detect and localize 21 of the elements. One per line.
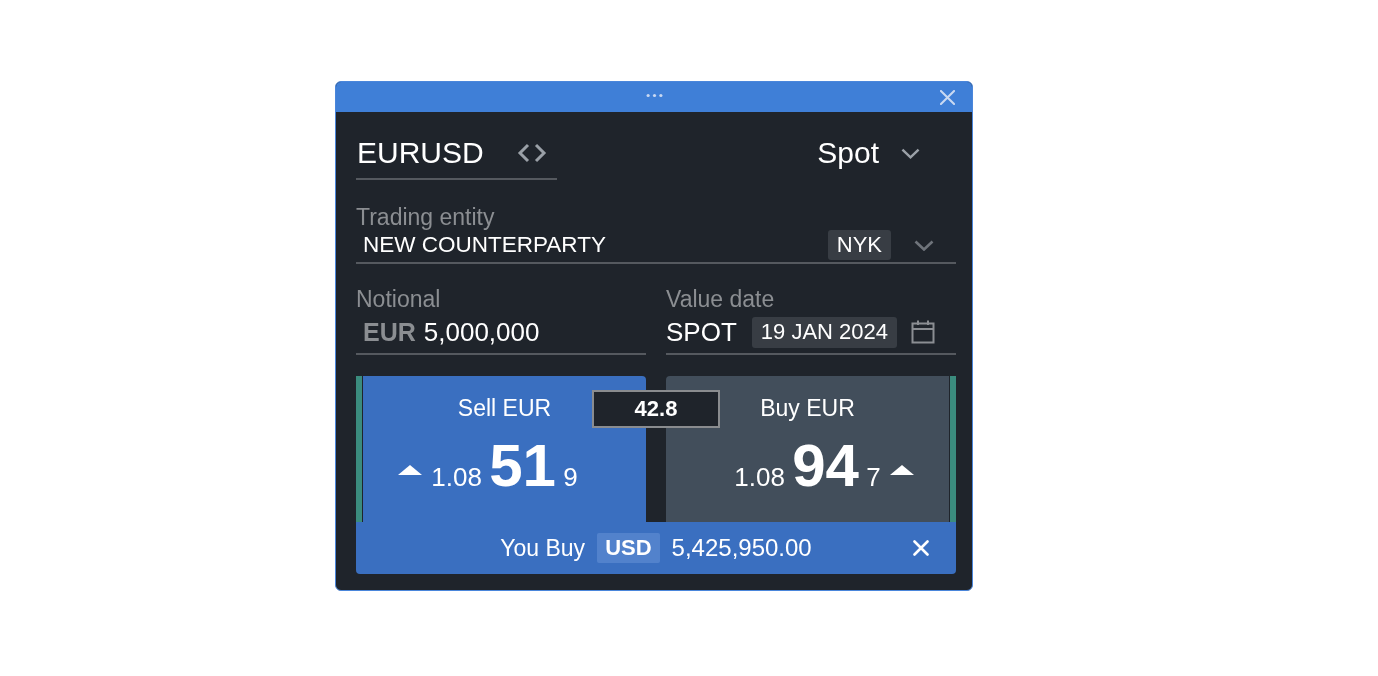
chevron-down-icon <box>901 147 920 159</box>
close-icon[interactable] <box>940 90 955 105</box>
date-badge: 19 JAN 2024 <box>751 316 897 348</box>
currency-badge: USD <box>597 533 660 563</box>
currency-pair-field[interactable]: EURUSD <box>356 135 557 180</box>
chevron-down-icon[interactable] <box>914 239 934 251</box>
calendar-icon[interactable] <box>911 320 935 344</box>
action-label: You Buy <box>500 534 586 562</box>
field-label: Trading entity <box>356 204 496 230</box>
field-label: Notional <box>356 286 442 312</box>
chevrons-icon[interactable] <box>516 143 547 163</box>
currency-prefix: EUR <box>363 317 416 347</box>
amount-value: 5,425,950.00 <box>671 534 812 562</box>
notional-field[interactable]: EUR 5,000,000 <box>356 315 646 355</box>
product-dropdown[interactable]: Spot <box>817 135 920 171</box>
drag-handle-icon[interactable] <box>645 93 663 98</box>
value-date-field[interactable]: SPOT 19 JAN 2024 <box>666 315 956 355</box>
spread-value: 42.8 <box>592 390 720 428</box>
trading-entity-field[interactable]: NEW COUNTERPARTY NYK <box>356 230 956 264</box>
field-label: Value date <box>666 286 776 312</box>
location-badge: NYK <box>827 230 891 260</box>
